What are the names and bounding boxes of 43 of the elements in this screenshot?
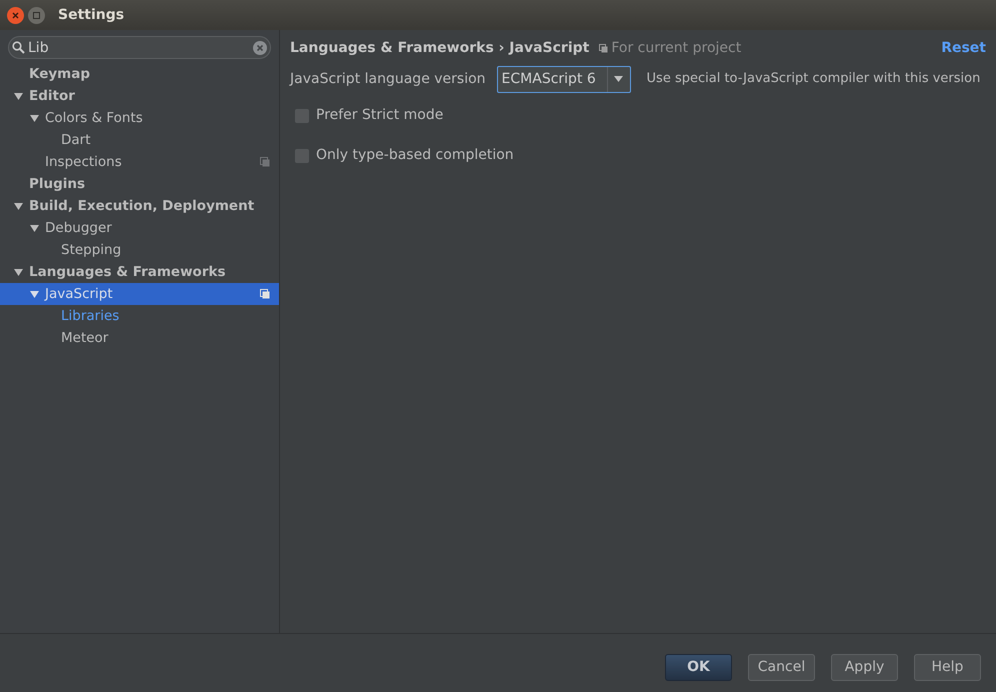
- tree-item[interactable]: Libraries: [0, 305, 279, 327]
- tree-item[interactable]: Build, Execution, Deployment: [0, 195, 279, 217]
- checkbox-label: Only type-based completion: [316, 146, 514, 165]
- tree-item[interactable]: Debugger: [0, 217, 279, 239]
- tree-item[interactable]: Stepping: [0, 239, 279, 261]
- hint-text: Use special to-JavaScript compiler with this version: [646, 70, 980, 88]
- expanded-arrow-icon[interactable]: [14, 202, 23, 210]
- checkbox[interactable]: [295, 108, 309, 122]
- tree-item[interactable]: Keymap: [0, 63, 279, 85]
- maximize-icon: [33, 12, 40, 18]
- tree-item[interactable]: Meteor: [0, 327, 279, 349]
- search-icon: [12, 41, 25, 54]
- expanded-arrow-icon[interactable]: [30, 114, 39, 122]
- breadcrumb: Languages & Frameworks › JavaScript: [290, 38, 590, 58]
- tree-item[interactable]: Editor: [0, 85, 279, 107]
- dialog-button[interactable]: Cancel: [748, 654, 815, 680]
- dialog-button[interactable]: Apply: [831, 654, 898, 680]
- expanded-arrow-icon[interactable]: [14, 92, 23, 100]
- tree-item[interactable]: Plugins: [0, 173, 279, 195]
- copy-icon: [599, 44, 608, 52]
- tree-item[interactable]: JavaScript: [0, 283, 279, 305]
- reset-link[interactable]: Reset: [941, 38, 986, 58]
- close-button[interactable]: [7, 6, 24, 24]
- window-title: Settings: [58, 6, 124, 24]
- tree-item[interactable]: Dart: [0, 129, 279, 151]
- tree-item[interactable]: Colors & Fonts: [0, 107, 279, 129]
- close-icon: [12, 12, 19, 18]
- field-label: JavaScript language version: [290, 70, 486, 88]
- search-field[interactable]: Lib: [8, 36, 271, 59]
- checkbox[interactable]: [295, 148, 309, 162]
- version-dropdown[interactable]: ECMAScript 6: [496, 66, 631, 92]
- expanded-arrow-icon[interactable]: [14, 268, 23, 276]
- expanded-arrow-icon[interactable]: [30, 290, 39, 298]
- dialog-button[interactable]: Help: [914, 654, 981, 680]
- tree-item[interactable]: Languages & Frameworks: [0, 261, 279, 283]
- checkbox-label: Prefer Strict mode: [316, 106, 444, 125]
- expanded-arrow-icon[interactable]: [30, 224, 39, 232]
- maximize-button[interactable]: [28, 6, 45, 24]
- scope-label: For current project: [611, 38, 742, 58]
- clear-icon[interactable]: [253, 40, 267, 54]
- caret-icon: [614, 76, 624, 82]
- tree-item[interactable]: Inspections: [0, 151, 279, 173]
- dialog-button[interactable]: OK: [665, 654, 732, 680]
